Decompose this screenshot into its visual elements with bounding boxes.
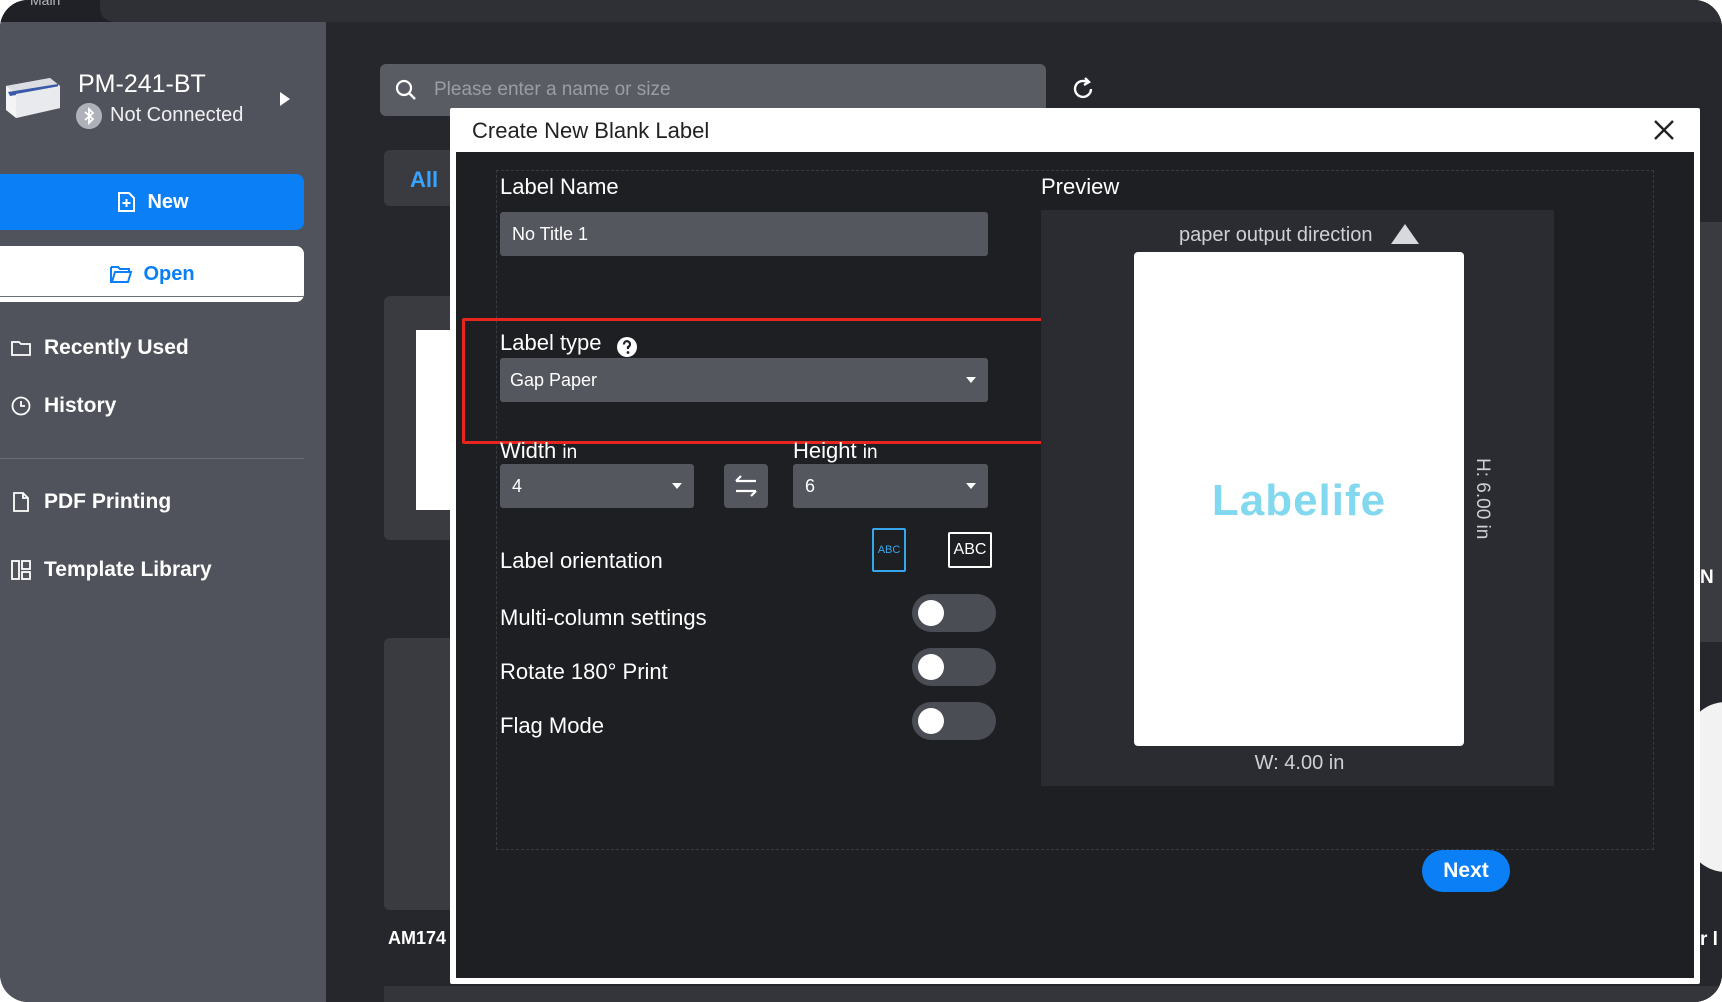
chevron-right-icon[interactable] xyxy=(280,92,290,106)
help-icon[interactable] xyxy=(616,336,638,358)
sidebar-item-label: Recently Used xyxy=(44,336,189,359)
height-unit: in xyxy=(862,442,878,463)
chevron-down-icon xyxy=(672,483,682,489)
paper-output-direction: paper output direction xyxy=(1179,224,1373,246)
template-card-label: N xyxy=(1700,567,1714,588)
label-type-select[interactable]: Gap Paper xyxy=(500,358,988,402)
dialog-header: Create New Blank Label xyxy=(450,108,1700,152)
app-window: Main PM-241-BT Not Connected New Open Re… xyxy=(0,0,1722,1002)
open-button[interactable]: Open xyxy=(0,246,304,302)
width-label-text: Width xyxy=(500,438,557,463)
sidebar-item-label: History xyxy=(44,394,117,417)
multi-column-label: Multi-column settings xyxy=(500,605,707,630)
next-button[interactable]: Next xyxy=(1422,850,1510,892)
width-select[interactable]: 4 xyxy=(500,464,694,508)
preview-panel: paper output direction Labelife H: 6.00 … xyxy=(1041,210,1554,786)
app-root: Main PM-241-BT Not Connected New Open Re… xyxy=(0,0,1722,1002)
folder-open-icon xyxy=(110,266,133,283)
card-row-strip xyxy=(384,986,1722,1002)
dialog-body: Label Name No Title 1 Label type Gap Pap… xyxy=(456,152,1694,978)
swap-icon xyxy=(735,475,757,497)
rotate-label: Rotate 180° Print xyxy=(500,659,668,684)
new-button[interactable]: New xyxy=(0,174,304,230)
sidebar-divider xyxy=(0,296,304,297)
width-dimension: W: 4.00 in xyxy=(1254,752,1345,774)
label-type-value: Gap Paper xyxy=(510,370,598,390)
label-type-label: Label type xyxy=(500,330,602,355)
close-icon[interactable] xyxy=(1651,117,1677,143)
label-preview-paper: Labelife xyxy=(1134,252,1464,746)
create-label-dialog: Create New Blank Label Label Name No Tit… xyxy=(450,108,1700,984)
preview-title: Preview xyxy=(1041,174,1120,199)
template-icon xyxy=(11,560,31,580)
height-label-text: Height xyxy=(793,438,857,463)
bluetooth-icon xyxy=(76,103,102,129)
printer-status: Not Connected xyxy=(110,104,244,126)
flag-mode-label: Flag Mode xyxy=(500,713,604,738)
sidebar-item-template-library[interactable]: Template Library xyxy=(10,554,212,586)
title-bar: Main xyxy=(0,0,1722,22)
sidebar-item-label: Template Library xyxy=(44,558,212,581)
sidebar-divider xyxy=(0,458,304,459)
window-title: Main xyxy=(30,0,61,8)
multi-column-toggle[interactable] xyxy=(912,594,996,632)
refresh-icon[interactable] xyxy=(1070,76,1096,102)
template-card-label: AM174 xyxy=(388,928,447,948)
sidebar: PM-241-BT Not Connected New Open Recentl… xyxy=(0,22,326,1002)
width-label: Width in xyxy=(500,438,577,464)
height-select[interactable]: 6 xyxy=(793,464,988,508)
sidebar-item-history[interactable]: History xyxy=(10,390,116,422)
new-file-icon xyxy=(118,192,136,212)
chevron-down-icon xyxy=(966,483,976,489)
chevron-down-icon xyxy=(966,377,976,383)
orientation-label: Label orientation xyxy=(500,548,663,573)
width-value: 4 xyxy=(512,476,523,496)
flag-mode-toggle[interactable] xyxy=(912,702,996,740)
printer-icon xyxy=(6,78,60,118)
brand-logo: Labelife xyxy=(1211,476,1387,525)
orientation-portrait-button[interactable]: ABC xyxy=(872,528,906,572)
search-icon xyxy=(395,79,416,100)
sidebar-item-pdf-printing[interactable]: PDF Printing xyxy=(10,486,171,518)
sidebar-item-recently-used[interactable]: Recently Used xyxy=(10,332,189,364)
clock-icon xyxy=(11,396,31,416)
sidebar-item-label: PDF Printing xyxy=(44,490,172,513)
rotate-toggle[interactable] xyxy=(912,648,996,686)
height-label: Height in xyxy=(793,438,878,464)
open-button-label: Open xyxy=(143,262,195,285)
triangle-up-icon xyxy=(1391,224,1419,244)
height-dimension: H: 6.00 in xyxy=(1472,458,1493,540)
swap-dimensions-button[interactable] xyxy=(724,464,768,508)
template-card-label: r l xyxy=(1700,929,1718,950)
dialog-title: Create New Blank Label xyxy=(472,118,710,143)
height-value: 6 xyxy=(805,476,816,496)
orientation-landscape-button[interactable]: ABC xyxy=(948,532,992,568)
label-name-label: Label Name xyxy=(500,174,619,199)
file-icon xyxy=(13,492,29,512)
folder-icon xyxy=(11,341,31,356)
new-button-label: New xyxy=(147,190,189,213)
search-placeholder: Please enter a name or size xyxy=(434,79,671,100)
printer-selector[interactable]: PM-241-BT Not Connected xyxy=(0,64,326,154)
width-unit: in xyxy=(562,442,578,463)
label-name-input[interactable]: No Title 1 xyxy=(500,212,988,256)
printer-name: PM-241-BT xyxy=(78,70,206,98)
title-tab-strip xyxy=(100,0,1722,22)
